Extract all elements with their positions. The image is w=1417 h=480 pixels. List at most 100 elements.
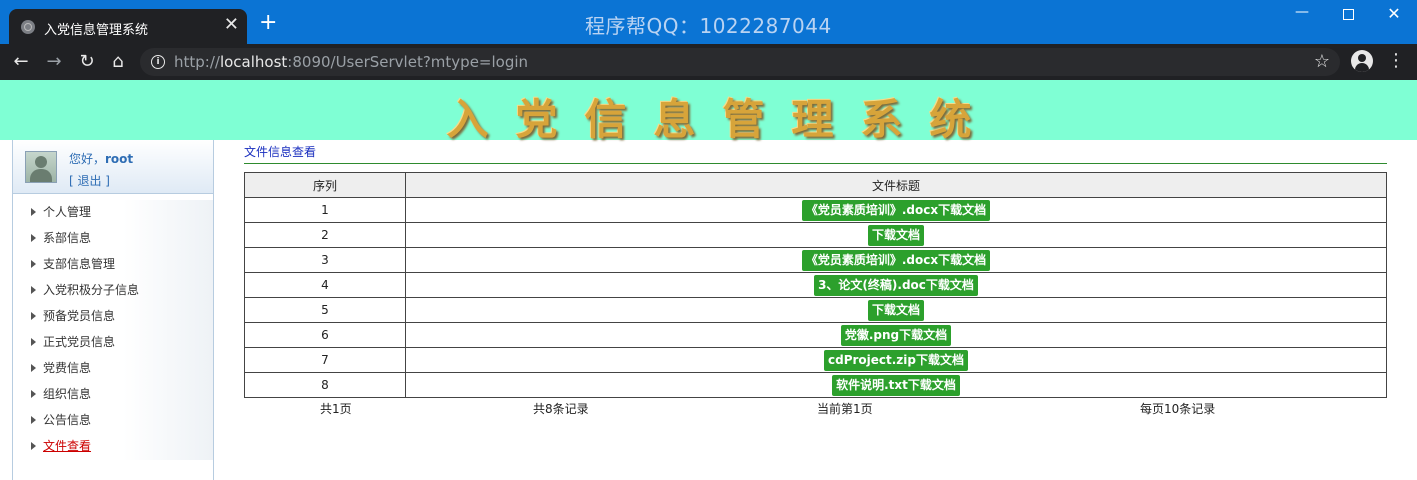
- browser-toolbar: ← → ↻ ⌂ i http://localhost:8090/UserServ…: [0, 44, 1417, 80]
- row-title-cell: 党徽.png下载文档: [405, 322, 1387, 348]
- download-button[interactable]: 党徽.png下载文档: [840, 324, 952, 346]
- current-page: 当前第1页: [817, 402, 873, 416]
- download-button[interactable]: 软件说明.txt下载文档: [832, 374, 960, 396]
- sidebar-item-full-members[interactable]: 正式党员信息: [13, 330, 213, 356]
- download-button[interactable]: 下载文档: [867, 224, 924, 246]
- greeting-prefix: 您好，: [69, 152, 106, 166]
- table-header-row: 序列 文件标题: [244, 172, 1387, 198]
- url-prefix: http://: [174, 53, 220, 71]
- table-row: 8 软件说明.txt下载文档: [244, 372, 1387, 398]
- download-button[interactable]: 《党员素质培训》.docx下载文档: [801, 199, 991, 221]
- new-tab-button[interactable]: +: [259, 12, 277, 34]
- breadcrumb: 文件信息查看: [244, 145, 317, 159]
- divider: [244, 163, 1387, 164]
- download-button[interactable]: 3、论文(终稿).doc下载文档: [814, 274, 978, 296]
- sidebar-item-files[interactable]: 文件查看: [13, 434, 213, 460]
- url-text[interactable]: http://localhost:8090/UserServlet?mtype=…: [174, 53, 528, 71]
- column-header-index: 序列: [244, 172, 406, 198]
- browser-tab[interactable]: 入党信息管理系统 ✕: [9, 9, 247, 44]
- row-index: 2: [244, 222, 406, 248]
- row-title-cell: cdProject.zip下载文档: [405, 347, 1387, 373]
- more-menu-icon[interactable]: ⋮: [1387, 51, 1405, 71]
- profile-icon[interactable]: [1351, 50, 1373, 72]
- globe-icon: [21, 20, 35, 34]
- table-row: 5 下载文档: [244, 297, 1387, 323]
- home-icon[interactable]: ⌂: [106, 50, 130, 74]
- caret-right-icon: [31, 208, 36, 216]
- bookmark-star-icon[interactable]: ☆: [1314, 51, 1330, 72]
- greeting: 您好，root: [69, 150, 133, 167]
- address-bar[interactable]: i http://localhost:8090/UserServlet?mtyp…: [140, 48, 1340, 76]
- sidebar-item-label: 个人管理: [43, 205, 92, 219]
- sidebar-item-branch[interactable]: 支部信息管理: [13, 252, 213, 278]
- sidebar-item-probationary[interactable]: 预备党员信息: [13, 304, 213, 330]
- minimize-icon[interactable]: —: [1279, 4, 1325, 20]
- row-title-cell: 《党员素质培训》.docx下载文档: [405, 197, 1387, 223]
- pagination: 共1页 共8条记录 当前第1页 每页10条记录: [244, 400, 1387, 416]
- maximize-icon[interactable]: [1325, 4, 1371, 24]
- row-index: 4: [244, 272, 406, 298]
- close-tab-icon[interactable]: ✕: [224, 15, 239, 35]
- file-table: 序列 文件标题 1 《党员素质培训》.docx下载文档 2 下载文档 3 《党员…: [244, 172, 1387, 398]
- caret-right-icon: [31, 338, 36, 346]
- caret-right-icon: [31, 312, 36, 320]
- username: root: [105, 152, 134, 166]
- total-pages: 共1页: [320, 402, 352, 416]
- sidebar-item-label: 公告信息: [43, 413, 92, 427]
- user-panel: 您好，root [ 退出 ]: [13, 140, 213, 194]
- info-icon[interactable]: i: [151, 55, 165, 69]
- browser-titlebar: 入党信息管理系统 ✕ + 程序帮QQ：1022287044 — ✕: [0, 0, 1417, 44]
- sidebar-item-label: 系部信息: [43, 231, 92, 245]
- caret-right-icon: [31, 442, 36, 450]
- caret-right-icon: [31, 390, 36, 398]
- sidebar-item-announcements[interactable]: 公告信息: [13, 408, 213, 434]
- download-button[interactable]: cdProject.zip下载文档: [823, 349, 968, 371]
- sidebar-item-department[interactable]: 系部信息: [13, 226, 213, 252]
- sidebar-item-label: 组织信息: [43, 387, 92, 401]
- table-row: 2 下载文档: [244, 222, 1387, 248]
- back-arrow-icon[interactable]: ←: [9, 50, 33, 74]
- table-row: 4 3、论文(终稿).doc下载文档: [244, 272, 1387, 298]
- row-title-cell: 3、论文(终稿).doc下载文档: [405, 272, 1387, 298]
- logout-link[interactable]: [ 退出 ]: [69, 172, 110, 189]
- row-title-cell: 《党员素质培训》.docx下载文档: [405, 247, 1387, 273]
- sidebar-item-label: 党费信息: [43, 361, 92, 375]
- row-title-cell: 下载文档: [405, 297, 1387, 323]
- row-index: 3: [244, 247, 406, 273]
- download-button[interactable]: 下载文档: [867, 299, 924, 321]
- table-row: 3 《党员素质培训》.docx下载文档: [244, 247, 1387, 273]
- per-page: 每页10条记录: [1140, 402, 1216, 416]
- avatar: [25, 151, 57, 183]
- sidebar-item-dues[interactable]: 党费信息: [13, 356, 213, 382]
- row-index: 1: [244, 197, 406, 223]
- reload-icon[interactable]: ↻: [75, 50, 99, 74]
- caret-right-icon: [31, 364, 36, 372]
- system-banner: 入党信息管理系统: [0, 80, 1417, 144]
- table-row: 6 党徽.png下载文档: [244, 322, 1387, 348]
- row-index: 8: [244, 372, 406, 398]
- sidebar-item-label: 预备党员信息: [43, 309, 116, 323]
- watermark-text: 程序帮QQ：1022287044: [585, 14, 832, 38]
- table-row: 1 《党员素质培训》.docx下载文档: [244, 197, 1387, 223]
- total-records: 共8条记录: [533, 402, 589, 416]
- sidebar-item-personal[interactable]: 个人管理: [13, 200, 213, 226]
- sidebar-item-organization[interactable]: 组织信息: [13, 382, 213, 408]
- row-index: 5: [244, 297, 406, 323]
- caret-right-icon: [31, 416, 36, 424]
- download-button[interactable]: 《党员素质培训》.docx下载文档: [801, 249, 991, 271]
- tab-title: 入党信息管理系统: [44, 23, 149, 38]
- url-host: localhost: [219, 53, 288, 71]
- sidebar-item-activists[interactable]: 入党积极分子信息: [13, 278, 213, 304]
- url-path: :8090/UserServlet?mtype=login: [287, 53, 529, 71]
- sidebar-item-label: 入党积极分子信息: [43, 283, 140, 297]
- row-index: 7: [244, 347, 406, 373]
- sidebar-menu: 个人管理 系部信息 支部信息管理 入党积极分子信息 预备党员信息 正式党员信息 …: [13, 200, 213, 460]
- table-row: 7 cdProject.zip下载文档: [244, 347, 1387, 373]
- sidebar-item-label: 正式党员信息: [43, 335, 116, 349]
- close-window-icon[interactable]: ✕: [1371, 4, 1417, 23]
- forward-arrow-icon[interactable]: →: [42, 50, 66, 74]
- system-title: 入党信息管理系统: [446, 95, 999, 144]
- row-title-cell: 下载文档: [405, 222, 1387, 248]
- sidebar-item-label: 文件查看: [43, 439, 92, 453]
- column-header-title: 文件标题: [405, 172, 1387, 198]
